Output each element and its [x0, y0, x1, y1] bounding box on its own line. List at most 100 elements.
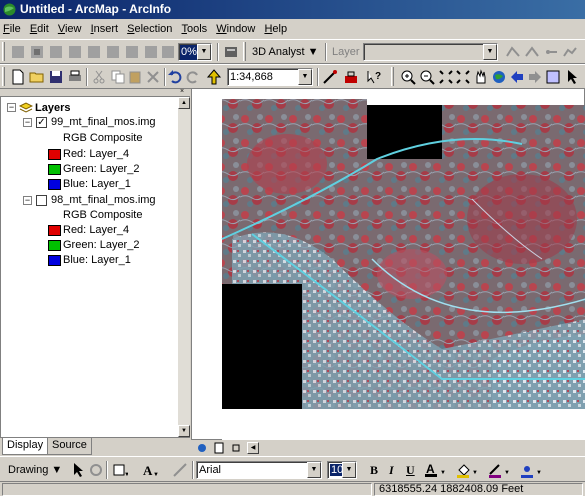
- new-document-icon[interactable]: [10, 69, 26, 85]
- layer-visibility-checkbox[interactable]: [36, 195, 47, 206]
- svg-text:A: A: [143, 463, 153, 478]
- scroll-down-icon[interactable]: ▼: [178, 425, 190, 437]
- select-elements-arrow-icon[interactable]: [564, 69, 580, 85]
- toc-scrollbar[interactable]: ▲ ▼: [178, 97, 190, 437]
- print-icon[interactable]: [67, 69, 83, 85]
- tool-b-icon[interactable]: [29, 44, 45, 60]
- bold-button[interactable]: B: [370, 462, 378, 478]
- paste-icon[interactable]: [127, 69, 143, 85]
- map-scale-combo[interactable]: 1:34,868 ▼: [227, 68, 313, 86]
- line-color-icon[interactable]: ▼: [488, 462, 514, 478]
- scroll-up-icon[interactable]: ▲: [178, 97, 190, 109]
- collapse-layer-icon[interactable]: −: [23, 118, 32, 127]
- menu-insert[interactable]: Insert: [88, 19, 122, 39]
- rotate-icon[interactable]: [88, 462, 104, 478]
- collapse-layers-icon[interactable]: −: [7, 103, 16, 112]
- layers-root-label[interactable]: Layers: [35, 101, 70, 116]
- whats-this-icon[interactable]: ?: [366, 69, 382, 85]
- cut-icon[interactable]: [91, 69, 107, 85]
- pan-hand-icon[interactable]: [473, 69, 489, 85]
- layer-name[interactable]: 99_mt_final_mos.img: [51, 115, 156, 130]
- zoom-out-icon[interactable]: [419, 69, 435, 85]
- chevron-down-icon[interactable]: ▼: [342, 462, 356, 478]
- red-swatch: [48, 225, 61, 236]
- layout-view-icon[interactable]: [213, 442, 225, 454]
- chevron-down-icon[interactable]: ▼: [307, 462, 321, 478]
- toolbar-grip[interactable]: [243, 42, 246, 61]
- marker-color-icon[interactable]: ▼: [520, 462, 546, 478]
- zoom-percent-combo[interactable]: 0% ▼: [178, 43, 212, 61]
- tab-source[interactable]: Source: [47, 438, 92, 455]
- text-tool-icon[interactable]: A ▼: [142, 462, 158, 478]
- toc-dock-grip[interactable]: ×: [0, 88, 190, 96]
- table-of-contents: − Layers − ✓ 99_mt_final_mos.img RGB Com…: [0, 96, 190, 438]
- underline-button[interactable]: U: [406, 462, 415, 478]
- steepest-path-icon[interactable]: [524, 44, 540, 60]
- select-arrow-icon[interactable]: [70, 462, 86, 478]
- forward-arrow-icon[interactable]: [527, 69, 543, 85]
- redo-icon[interactable]: [185, 69, 201, 85]
- tool-g-icon[interactable]: [124, 44, 140, 60]
- fixed-zoom-out-icon[interactable]: [455, 69, 471, 85]
- layer-combo[interactable]: ▼: [363, 43, 498, 61]
- open-folder-icon[interactable]: [29, 69, 45, 85]
- drawing-toolbar: Drawing ▼ ▼ A ▼ Arial ▼ 10 ▼ B I U A ▼ ▼ ▼ ▼: [0, 456, 585, 481]
- select-features-icon[interactable]: [545, 69, 561, 85]
- tool-c-icon[interactable]: [48, 44, 64, 60]
- edit-vertices-icon[interactable]: [172, 462, 188, 478]
- italic-button[interactable]: I: [389, 462, 394, 478]
- layer-visibility-checkbox[interactable]: ✓: [36, 117, 47, 128]
- full-extent-globe-icon[interactable]: [491, 69, 507, 85]
- arcmap-globe-icon: [3, 3, 16, 16]
- rectangle-tool-icon[interactable]: ▼: [112, 462, 128, 478]
- menu-help[interactable]: Help: [261, 19, 290, 39]
- menu-file[interactable]: File: [0, 19, 24, 39]
- font-size-combo[interactable]: 10 ▼: [327, 461, 357, 479]
- tool-f-icon[interactable]: [105, 44, 121, 60]
- copy-icon[interactable]: [110, 69, 126, 85]
- toolbar-grip[interactable]: [391, 67, 394, 86]
- back-arrow-icon[interactable]: [509, 69, 525, 85]
- map-display[interactable]: [191, 88, 585, 441]
- font-combo[interactable]: Arial ▼: [196, 461, 322, 479]
- 3d-analyst-menu[interactable]: 3D Analyst ▼: [252, 44, 319, 60]
- tool-a-icon[interactable]: [10, 44, 26, 60]
- tool-i-icon[interactable]: [160, 44, 176, 60]
- editor-toolbar-icon[interactable]: [322, 69, 338, 85]
- delete-icon[interactable]: [145, 69, 161, 85]
- arctoolbox-icon[interactable]: [343, 69, 359, 85]
- tool-d-icon[interactable]: [67, 44, 83, 60]
- scroll-left-icon[interactable]: ◀: [247, 442, 259, 454]
- line-of-sight-icon[interactable]: [543, 44, 559, 60]
- chevron-down-icon[interactable]: ▼: [197, 44, 211, 60]
- title-bar: Untitled - ArcMap - ArcInfo: [0, 0, 585, 19]
- undo-icon[interactable]: [167, 69, 183, 85]
- tool-h-icon[interactable]: [143, 44, 159, 60]
- toolbar-grip[interactable]: [2, 67, 5, 86]
- menu-view[interactable]: View: [55, 19, 85, 39]
- collapse-layer-icon[interactable]: −: [23, 196, 32, 205]
- layer-name[interactable]: 98_mt_final_mos.img: [51, 193, 156, 208]
- chevron-down-icon[interactable]: ▼: [483, 44, 497, 60]
- save-icon[interactable]: [48, 69, 64, 85]
- calculator-icon[interactable]: [223, 44, 239, 60]
- refresh-icon[interactable]: [230, 442, 242, 454]
- menu-edit[interactable]: Edit: [27, 19, 52, 39]
- fill-color-icon[interactable]: ▼: [456, 462, 482, 478]
- data-view-icon[interactable]: [196, 442, 208, 454]
- contour-icon[interactable]: [505, 44, 521, 60]
- tool-e-icon[interactable]: [86, 44, 102, 60]
- toolbar-grip[interactable]: [2, 42, 5, 61]
- add-data-icon[interactable]: [206, 69, 222, 85]
- drawing-menu[interactable]: Drawing ▼: [8, 462, 62, 478]
- zoom-in-icon[interactable]: [400, 69, 416, 85]
- chevron-down-icon[interactable]: ▼: [298, 69, 312, 85]
- font-color-icon[interactable]: A ▼: [424, 462, 450, 478]
- menu-selection[interactable]: Selection: [124, 19, 175, 39]
- tab-display[interactable]: Display: [2, 438, 49, 455]
- fixed-zoom-in-icon[interactable]: [438, 69, 454, 85]
- menu-window[interactable]: Window: [213, 19, 258, 39]
- close-icon[interactable]: ×: [180, 88, 186, 95]
- profile-graph-icon[interactable]: [562, 44, 578, 60]
- menu-tools[interactable]: Tools: [178, 19, 210, 39]
